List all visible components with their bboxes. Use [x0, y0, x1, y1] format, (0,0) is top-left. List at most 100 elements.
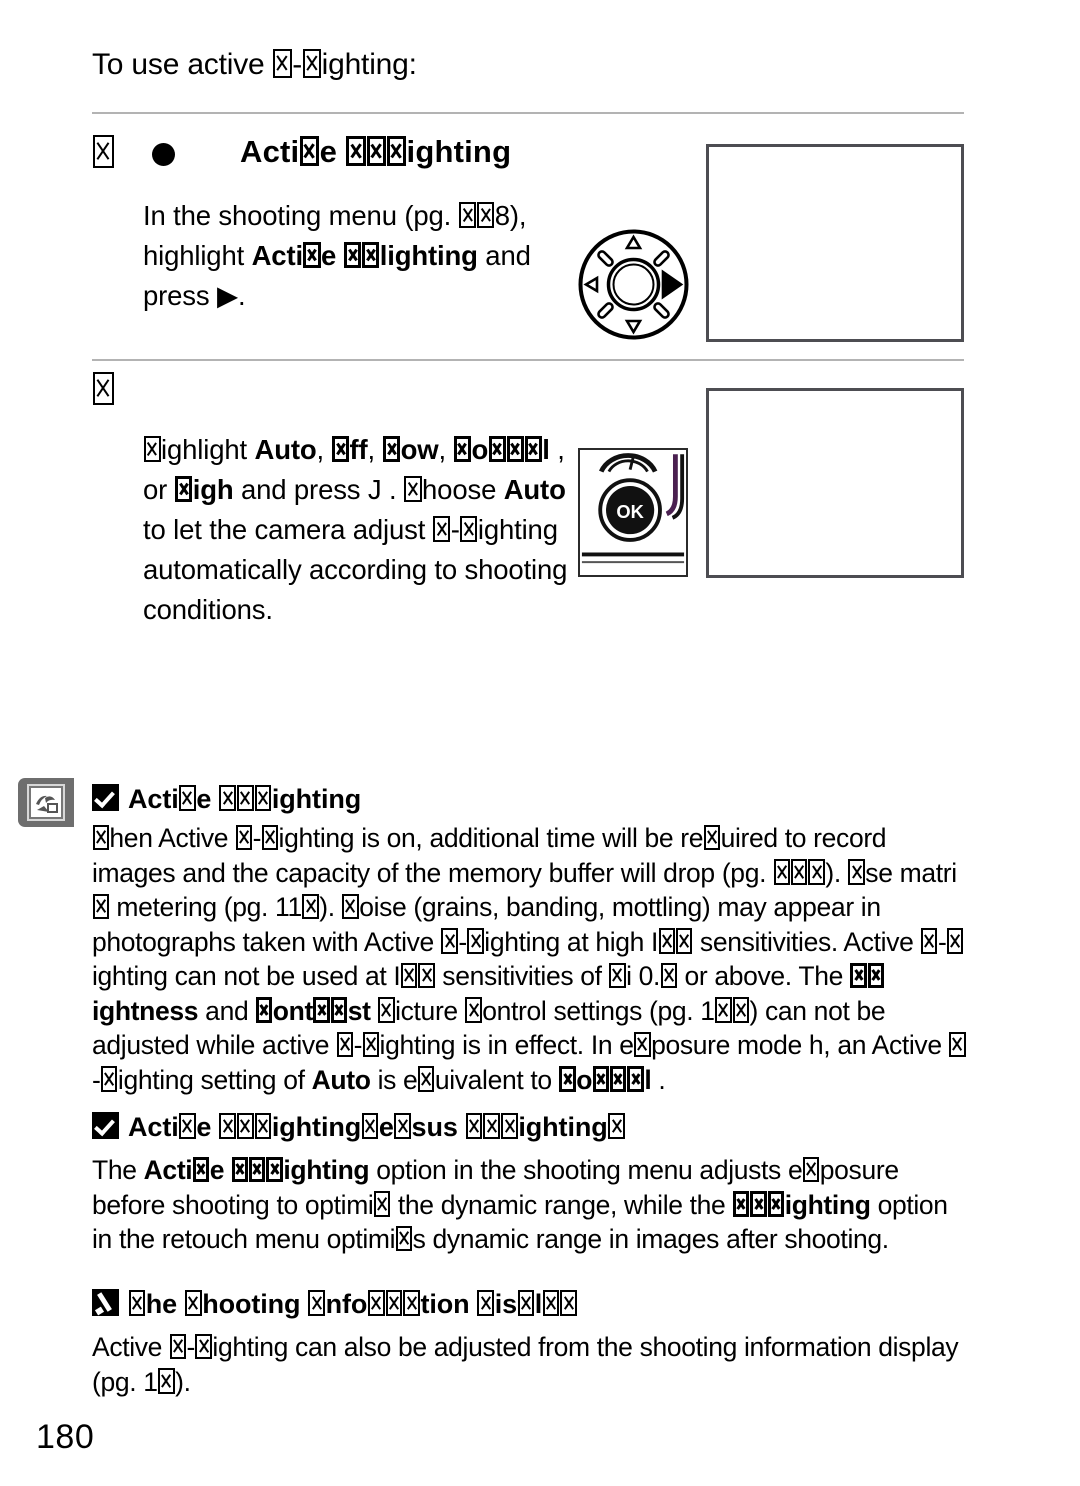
missing-glyph-icon: [330, 997, 348, 1023]
missing-glyph-icon: [949, 1031, 966, 1058]
missing-glyph-icon: [921, 928, 938, 954]
missing-glyph-icon: [791, 859, 808, 885]
missing-glyph-icon: [143, 435, 161, 463]
missing-glyph-icon: [179, 785, 196, 812]
missing-glyph-icon: [848, 859, 865, 885]
missing-glyph-icon: [592, 1066, 609, 1092]
missing-glyph-icon: [660, 962, 677, 989]
missing-glyph-icon: [634, 1031, 651, 1058]
missing-glyph-icon: [219, 785, 236, 812]
missing-glyph-icon: [542, 1290, 560, 1317]
missing-glyph-icon: [417, 1066, 435, 1092]
missing-glyph-icon: [236, 1113, 254, 1140]
note-heading: he hooting nfo tion is l: [92, 1289, 972, 1320]
missing-glyph-icon: [336, 1031, 354, 1058]
missing-glyph-icon: [560, 1290, 578, 1317]
missing-glyph-icon: [386, 135, 407, 166]
menu-tab-icon: [18, 778, 74, 827]
note-paragraph: The Acti e ighting option in the shooting…: [92, 1155, 948, 1254]
missing-glyph-icon: [404, 475, 422, 503]
missing-glyph-icon: [254, 1113, 272, 1140]
section-divider-middle: [92, 359, 964, 361]
missing-glyph-icon: [465, 997, 482, 1023]
missing-glyph-icon: [342, 893, 359, 920]
pencil-square-icon: [92, 1289, 119, 1316]
missing-glyph-icon: [366, 135, 386, 166]
missing-glyph-icon: [773, 859, 791, 885]
step-1-number: [92, 135, 114, 170]
missing-glyph-icon: [331, 435, 350, 463]
missing-glyph-icon: [750, 1191, 767, 1217]
missing-glyph-icon: [299, 135, 320, 166]
missing-glyph-icon: [395, 1225, 413, 1252]
missing-glyph-icon: [483, 1113, 501, 1140]
missing-glyph-icon: [477, 201, 495, 229]
missing-glyph-icon: [254, 785, 272, 812]
missing-glyph-icon: [273, 48, 292, 78]
multi-selector-icon: [577, 228, 690, 341]
missing-glyph-icon: [195, 1333, 212, 1360]
svg-text:OK: OK: [616, 501, 644, 522]
missing-glyph-icon: [179, 1113, 196, 1140]
missing-glyph-icon: [231, 1156, 249, 1183]
missing-glyph-icon: [373, 1191, 391, 1217]
missing-glyph-icon: [308, 1290, 326, 1317]
missing-glyph-icon: [732, 997, 749, 1023]
check-square-icon: [92, 784, 119, 811]
note-paragraph: Active - ighting can also be adjusted fro…: [92, 1332, 959, 1397]
step-2-body: ighlight Auto, ff, ow, ol , or igh and p…: [143, 434, 568, 625]
missing-glyph-icon: [608, 1113, 625, 1140]
missing-glyph-icon: [249, 1156, 266, 1183]
missing-glyph-icon: [362, 241, 380, 269]
missing-glyph-icon: [477, 1290, 495, 1317]
missing-glyph-icon: [219, 1113, 236, 1140]
note-heading-text: he hooting nfo tion is l: [128, 1289, 578, 1319]
missing-glyph-icon: [802, 1156, 820, 1183]
missing-glyph-icon: [158, 1368, 175, 1394]
missing-glyph-icon: [344, 241, 362, 269]
missing-glyph-icon: [302, 893, 319, 920]
missing-glyph-icon: [488, 435, 506, 463]
missing-glyph-icon: [362, 1031, 380, 1058]
missing-glyph-icon: [367, 1290, 385, 1317]
missing-glyph-icon: [184, 1290, 202, 1317]
missing-glyph-icon: [715, 997, 732, 1023]
missing-glyph-icon: [92, 372, 114, 405]
missing-glyph-icon: [627, 1066, 644, 1092]
missing-glyph-icon: [361, 1113, 379, 1140]
menu-screen-placeholder-2: [706, 388, 964, 578]
missing-glyph-icon: [524, 435, 542, 463]
missing-glyph-icon: [867, 962, 885, 989]
missing-glyph-icon: [128, 1290, 146, 1317]
missing-glyph-icon: [92, 135, 114, 168]
manual-page: To use active - ighting: Acti e ighting In…: [0, 0, 1080, 1486]
check-square-icon: [92, 1112, 119, 1139]
ok-button-icon: OK: [578, 448, 688, 577]
page-number: 180: [36, 1418, 95, 1456]
missing-glyph-icon: [403, 1290, 420, 1317]
missing-glyph-icon: [261, 824, 279, 851]
missing-glyph-icon: [192, 1156, 210, 1183]
step-1-heading: Acti e ighting: [240, 134, 512, 169]
missing-glyph-icon: [346, 135, 366, 166]
missing-glyph-icon: [946, 928, 964, 954]
note-paragraph: hen Active - ighting is on, additional ti…: [92, 821, 972, 1097]
step-1-body: In the shooting menu (pg. 8), highlight …: [143, 200, 531, 311]
note-block: Acti e ighting hen Active - ighting is on,…: [92, 784, 972, 1097]
missing-glyph-icon: [175, 475, 193, 503]
step-2-number: [92, 372, 114, 407]
note-heading: Acti e ighting: [92, 784, 972, 815]
section-divider-top: [92, 112, 964, 114]
note-block: Acti e ighting e sus ighting The Acti e ight…: [92, 1112, 972, 1257]
missing-glyph-icon: [441, 928, 458, 954]
note-heading-text: Acti e ighting: [128, 784, 362, 814]
missing-glyph-icon: [378, 997, 395, 1023]
step-1-bullet-icon: [152, 143, 175, 166]
missing-glyph-icon: [169, 1333, 186, 1360]
missing-glyph-icon: [732, 1191, 750, 1217]
missing-glyph-icon: [433, 515, 451, 543]
missing-glyph-icon: [453, 435, 471, 463]
missing-glyph-icon: [465, 1113, 483, 1140]
missing-glyph-icon: [517, 1290, 535, 1317]
note-block: he hooting nfo tion is l Active - ighting c…: [92, 1289, 972, 1399]
